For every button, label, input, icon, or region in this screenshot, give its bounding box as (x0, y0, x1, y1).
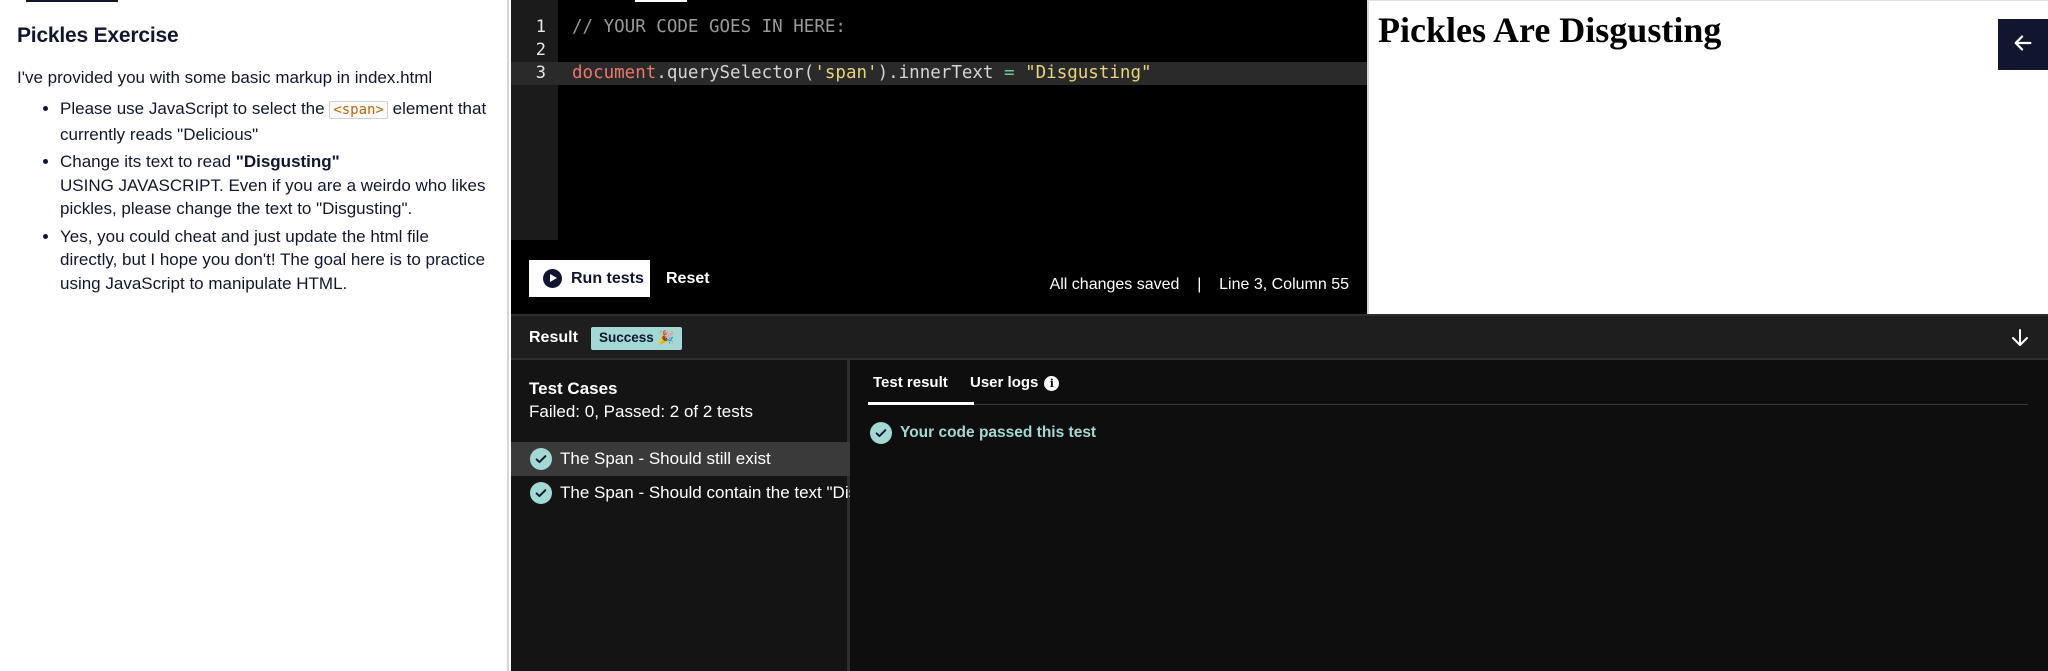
browser-preview: Pickles Are Disgusting (1367, 0, 2048, 314)
editor-footer: Run tests Reset All changes saved | Line… (511, 256, 1367, 314)
intro-text: I've provided you with some basic markup… (17, 68, 433, 87)
collapse-results-button[interactable] (2008, 326, 2032, 350)
info-icon[interactable]: i (1044, 376, 1060, 391)
instruction-text: USING JAVASCRIPT. Even if you are a weir… (60, 175, 486, 219)
code-token: "Disgusting" (1014, 63, 1152, 83)
line-number: 3 (511, 62, 558, 85)
collapse-preview-button[interactable] (1998, 19, 2048, 70)
editor-status: All changes saved | Line 3, Column 55 (1050, 276, 1349, 294)
instruction-bold: "Disgusting" (235, 152, 340, 171)
code-token: = (1004, 63, 1015, 83)
inline-code: <span> (329, 101, 388, 119)
check-circle-icon (870, 422, 892, 444)
status-badge: Success 🎉 (591, 327, 683, 350)
test-case-row[interactable]: The Span - Should still exist (511, 442, 850, 476)
tab-label: Test result (873, 374, 948, 391)
arrow-down-icon (2012, 329, 2028, 346)
arrow-left-icon (2014, 35, 2032, 51)
cursor-position: Line 3, Column 55 (1219, 276, 1349, 293)
code-comment: // YOUR CODE GOES IN HERE: (572, 17, 846, 37)
instruction-text: Please use JavaScript to select the (60, 99, 330, 118)
check-circle-icon (530, 448, 552, 470)
test-result-panel: Test result User logs i Your code passed… (850, 360, 2048, 671)
instruction-list: Please use JavaScript to select the <spa… (17, 97, 489, 295)
test-cases-panel: Test Cases Failed: 0, Passed: 2 of 2 tes… (511, 360, 850, 671)
test-case-label: The Span - Should still exist (560, 449, 771, 468)
line-gutter: 1 2 3 (511, 0, 558, 240)
pass-message: Your code passed this test (870, 422, 1096, 444)
pass-message-text: Your code passed this test (900, 424, 1097, 441)
preview-heading: Pickles Are Disgusting (1378, 10, 1722, 50)
test-summary: Failed: 0, Passed: 2 of 2 tests (529, 402, 753, 421)
instruction-text: Change its text to read (60, 152, 236, 171)
play-icon (543, 269, 562, 288)
code-token: document (572, 63, 657, 83)
tab-user-logs[interactable]: User logs i (970, 360, 1060, 405)
test-case-label: The Span - Should contain the text "Disg… (560, 483, 850, 502)
result-label: Result (529, 329, 578, 346)
code-line-2[interactable] (558, 39, 1367, 62)
code-token: 'span' (814, 63, 878, 83)
active-tab-indicator (26, 0, 118, 2)
check-circle-icon (530, 482, 552, 504)
code-editor[interactable]: 1 2 3 // YOUR CODE GOES IN HERE: documen… (511, 0, 1367, 314)
result-tabs: Test result User logs i (868, 360, 2028, 405)
instruction-item: Yes, you could cheat and just update the… (60, 225, 489, 296)
tab-label: User logs (970, 374, 1039, 391)
instruction-item: Please use JavaScript to select the <spa… (60, 97, 489, 146)
file-tab-indicator (635, 0, 687, 2)
code-token: ).innerText (877, 63, 1004, 83)
tab-test-result[interactable]: Test result (868, 360, 974, 405)
instruction-text: Yes, you could cheat and just update the… (60, 226, 486, 293)
test-case-row[interactable]: The Span - Should contain the text "Disg… (511, 476, 850, 510)
instruction-item: Change its text to read "Disgusting" USI… (60, 150, 489, 221)
test-cases-title: Test Cases (529, 379, 618, 398)
reset-button[interactable]: Reset (666, 260, 710, 297)
exercise-title: Pickles Exercise (17, 24, 179, 47)
save-status: All changes saved (1049, 276, 1180, 293)
code-line-1[interactable]: // YOUR CODE GOES IN HERE: (558, 16, 1367, 39)
line-number: 2 (535, 40, 546, 60)
run-tests-label: Run tests (571, 269, 644, 287)
line-number: 1 (535, 17, 546, 37)
instructions-panel: Pickles Exercise I've provided you with … (0, 0, 509, 671)
code-token: .querySelector( (656, 63, 815, 83)
result-bar: Result Success 🎉 (511, 314, 2048, 360)
status-separator: | (1197, 276, 1202, 293)
code-line-3[interactable]: document.querySelector('span').innerText… (558, 62, 1367, 85)
run-tests-button[interactable]: Run tests (529, 260, 650, 297)
